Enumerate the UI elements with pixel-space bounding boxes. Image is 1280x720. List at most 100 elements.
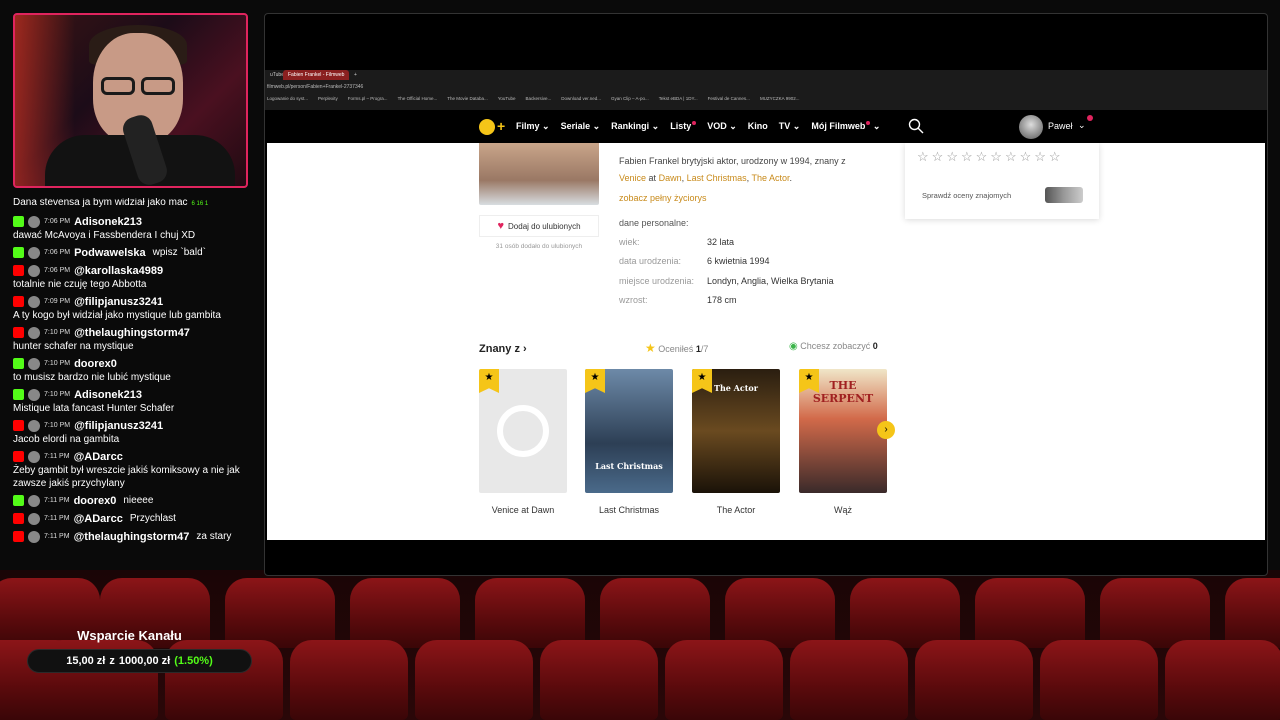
nav-item-seriale[interactable]: Seriale ⌄ — [561, 121, 601, 132]
bookmark-item[interactable]: MUZYCZKA 9902... — [760, 96, 800, 105]
filmweb-logo[interactable] — [479, 119, 495, 135]
nav-item-filmy[interactable]: Filmy ⌄ — [516, 121, 550, 132]
chat-time: 7:06 PM — [44, 249, 71, 256]
star-icon[interactable]: ☆ — [1049, 149, 1061, 165]
personal-value: 32 lata — [707, 237, 735, 247]
bookmark-item[interactable]: Logowanie do syst... — [267, 96, 308, 105]
person-photo[interactable] — [479, 143, 599, 205]
chat-time: 7:10 PM — [44, 329, 71, 336]
chat-username[interactable]: doorex0 — [74, 495, 117, 507]
bookmark-item[interactable]: The Official Home... — [398, 96, 438, 105]
chat-username[interactable]: Adisonek213 — [74, 216, 142, 228]
chat-username[interactable]: @ADarcc — [74, 513, 123, 525]
user-avatar — [28, 512, 40, 525]
cinema-seat — [415, 640, 533, 720]
nav-item-listy[interactable]: Listy — [670, 121, 697, 132]
chat-username[interactable]: @filipjanusz3241 — [74, 420, 163, 432]
chat-username[interactable]: @filipjanusz3241 — [74, 296, 163, 308]
bookmark-item[interactable]: The Movie Databa... — [447, 96, 488, 105]
chat-message: 7:11 PM @thelaughingstorm47 za stary — [13, 528, 248, 546]
chat-username[interactable]: @thelaughingstorm47 — [74, 531, 190, 543]
star-icon[interactable]: ☆ — [961, 149, 973, 165]
chat-username[interactable]: Podwawelska — [74, 247, 146, 259]
nav-item-kino[interactable]: Kino — [748, 121, 768, 132]
user-avatar — [28, 450, 40, 463]
cinema-seat — [915, 640, 1033, 720]
chat-message-text: totalnie nie czuję tego Abbotta — [13, 279, 147, 290]
movie-title[interactable]: The Actor — [692, 505, 780, 515]
donation-goal-amount: 1000,00 zł — [118, 655, 171, 667]
chat-message: 7:11 PM @ADarcc Żeby gambit był wreszcie j… — [13, 448, 248, 492]
carousel-next-button[interactable]: › — [877, 421, 895, 439]
chat-username[interactable]: doorex0 — [74, 358, 117, 370]
chat-username[interactable]: Adisonek213 — [74, 389, 142, 401]
bio-link-the-actor[interactable]: The Actor — [751, 173, 789, 183]
live-chat: Dana stevensa ja bym widział jako mac 6 1… — [13, 198, 248, 578]
movie-title[interactable]: Wąż — [799, 505, 887, 515]
donation-percent: (1.50%) — [174, 655, 213, 667]
bookmark-item[interactable]: YouTube — [498, 96, 516, 105]
rating-box: ☆ ☆ ☆ ☆ ☆ ☆ ☆ ☆ ☆ ☆ Sprawdź oceny znajomych — [905, 143, 1099, 219]
nav-item-rankingi[interactable]: Rankingi ⌄ — [611, 121, 659, 132]
add-to-favorites-button[interactable]: ♥ Dodaj do ulubionych — [479, 215, 599, 237]
bio-link-last-christmas[interactable]: Last Christmas — [687, 173, 747, 183]
movie-poster[interactable]: THE SERPENT ★ — [799, 369, 887, 493]
nav-item-m-j-filmweb[interactable]: Mój Filmweb ⌄ — [811, 121, 880, 132]
youtube-icon — [13, 531, 24, 542]
nav-item-label: Mój Filmweb — [811, 121, 866, 131]
chat-username[interactable]: @ADarcc — [74, 451, 123, 463]
known-for-heading[interactable]: Znany z › — [479, 343, 527, 355]
star-icon[interactable]: ☆ — [932, 149, 944, 165]
nav-item-vod[interactable]: VOD ⌄ — [707, 121, 737, 132]
star-icon[interactable]: ☆ — [976, 149, 988, 165]
user-avatar — [28, 388, 40, 401]
nav-item-tv[interactable]: TV ⌄ — [779, 121, 801, 132]
user-name[interactable]: Paweł — [1048, 121, 1073, 131]
movie-title[interactable]: Last Christmas — [585, 505, 673, 515]
movie-poster[interactable]: The Actor ★ — [692, 369, 780, 493]
chevron-down-icon: ⌄ — [790, 121, 801, 131]
poster-title-art: Last Christmas — [595, 461, 663, 471]
chat-time: 7:09 PM — [44, 298, 71, 305]
bookmark-item[interactable]: Tekst eBDA | 1DY... — [659, 96, 698, 105]
star-icon[interactable]: ☆ — [917, 149, 929, 165]
user-avatar[interactable] — [1019, 115, 1043, 139]
new-tab-button[interactable]: + — [349, 70, 362, 80]
movie-poster[interactable]: ★ — [479, 369, 567, 493]
rating-stars[interactable]: ☆ ☆ ☆ ☆ ☆ ☆ ☆ ☆ ☆ ☆ — [917, 149, 1061, 165]
placeholder-reel-icon — [497, 405, 549, 457]
bio-link-venice[interactable]: Venice — [619, 173, 646, 183]
want-to-see-counter: ◉ Chcesz zobaczyć 0 — [789, 341, 878, 352]
heart-icon: ♥ — [497, 220, 505, 232]
bookmark-item[interactable]: Festival de Cannes... — [708, 96, 750, 105]
star-icon[interactable]: ☆ — [1034, 149, 1046, 165]
url-bar[interactable]: filmweb.pl/person/Fabien+Frankel-2737346 — [265, 84, 1267, 92]
friends-ratings-link[interactable]: Sprawdź oceny znajomych — [922, 191, 1011, 200]
kick-icon — [13, 358, 24, 369]
cinema-seat — [665, 640, 783, 720]
star-icon[interactable]: ☆ — [990, 149, 1002, 165]
bookmark-item[interactable]: Gyan Clip – A-po... — [611, 96, 649, 105]
star-icon[interactable]: ☆ — [946, 149, 958, 165]
chat-username[interactable]: @karollaska4989 — [74, 265, 163, 277]
search-icon[interactable] — [908, 118, 924, 134]
bio-link-dawn[interactable]: Dawn — [659, 173, 682, 183]
cinema-seat — [350, 578, 460, 648]
bookmark-item[interactable]: Download ver.ned... — [561, 96, 601, 105]
star-icon[interactable]: ☆ — [1020, 149, 1032, 165]
full-bio-link[interactable]: zobacz pełny życiorys — [619, 193, 707, 203]
star-icon[interactable]: ☆ — [1005, 149, 1017, 165]
movie-poster[interactable]: Last Christmas ★ — [585, 369, 673, 493]
movie-title[interactable]: Venice at Dawn — [479, 505, 567, 515]
browser-tab-active[interactable]: Fabien Frankel - Filmweb — [283, 70, 350, 80]
personal-value: 6 kwietnia 1994 — [707, 256, 770, 266]
chevron-down-icon[interactable]: ⌄ — [1078, 120, 1086, 131]
add-icon[interactable]: + — [497, 118, 505, 134]
favorite-count: 31 osób dodało do ulubionych — [495, 243, 583, 250]
chat-time: 7:11 PM — [44, 497, 70, 504]
chat-username[interactable]: @thelaughingstorm47 — [74, 327, 190, 339]
bookmark-item[interactable]: Perplexity — [318, 96, 338, 105]
bookmark-item[interactable]: Forms.pl – Progra... — [348, 96, 388, 105]
friends-avatars[interactable] — [1045, 187, 1083, 203]
bookmark-item[interactable]: Backersive... — [525, 96, 551, 105]
